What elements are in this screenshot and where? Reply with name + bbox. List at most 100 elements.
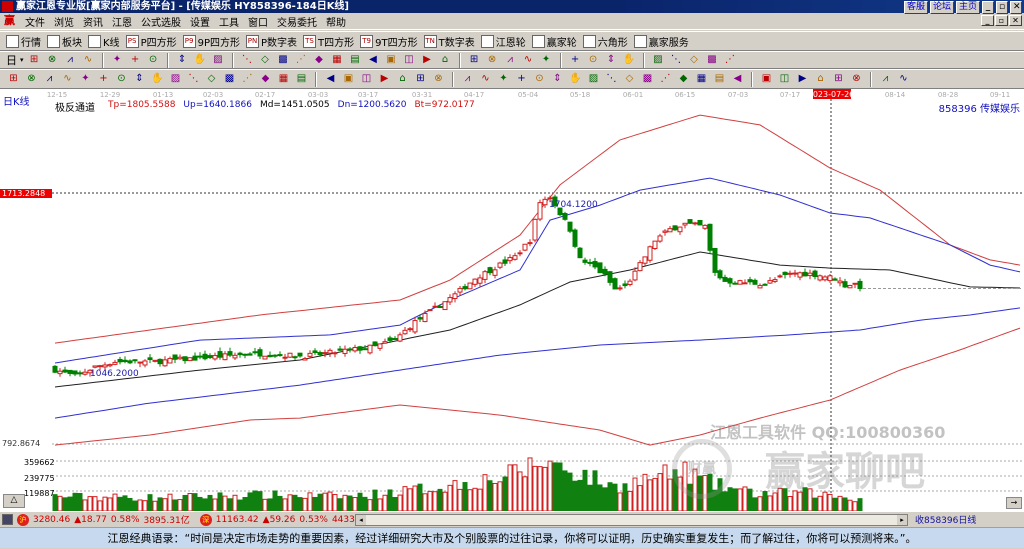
scroll-right-button[interactable]: → [1006,497,1022,509]
toolbar-button-p9[interactable]: P9 9P四方形 [182,34,240,49]
toolbar-button-grid[interactable]: 行情 [6,34,41,49]
drawing-tool-icon[interactable]: ⇕ [550,72,565,86]
chart-tool-icon[interactable]: ✋ [622,53,637,67]
drawing-tool-icon[interactable]: ▤ [712,72,727,86]
chart-tool-icon[interactable]: ∿ [81,53,96,67]
app-menu-icon[interactable]: 赢 [4,15,16,27]
drawing-tool-icon[interactable]: ◀ [730,72,745,86]
drawing-tool-icon[interactable]: + [96,72,111,86]
drawing-tool-icon[interactable]: ⊗ [24,72,39,86]
chart-tool-icon[interactable]: ⩘ [63,53,78,67]
drawing-tool-icon[interactable]: ∿ [60,72,75,86]
period-select[interactable]: 日 [6,52,17,68]
drawing-tool-icon[interactable]: ⌂ [395,72,410,86]
menu-news[interactable]: 资讯 [83,14,103,29]
mdi-close-button[interactable]: ✕ [1009,15,1022,26]
chart-tool-icon[interactable]: ⊗ [485,53,500,67]
drawing-tool-icon[interactable]: ⩘ [42,72,57,86]
menu-gann[interactable]: 江恩 [112,14,132,29]
chart-tool-icon[interactable]: ◆ [312,53,327,67]
drawing-tool-icon[interactable]: ⋱ [186,72,201,86]
kline-chart[interactable]: 12-15 12-29 01-13 02-03 02-17 03-03 03-17 03-31… [0,89,1024,511]
chart-tool-icon[interactable]: ⋰ [294,53,309,67]
drawing-tool-icon[interactable]: ⊗ [849,72,864,86]
toolbar-button-hexagon[interactable]: 六角形 [582,34,628,49]
drawing-tool-icon[interactable]: ⊞ [413,72,428,86]
menu-formula[interactable]: 公式选股 [141,14,181,29]
drawing-tool-icon[interactable]: ⊗ [431,72,446,86]
chart-tool-icon[interactable]: ▤ [348,53,363,67]
drawing-tool-icon[interactable]: ∿ [896,72,911,86]
drawing-tool-icon[interactable]: ∿ [478,72,493,86]
drawing-tool-icon[interactable]: ⋱ [604,72,619,86]
mdi-restore-button[interactable]: ▫ [995,15,1008,26]
drawing-tool-icon[interactable]: ◆ [258,72,273,86]
drawing-tool-icon[interactable]: ▶ [377,72,392,86]
scroll-left-arrow[interactable]: ◂ [356,515,366,525]
drawing-tool-icon[interactable]: ✦ [496,72,511,86]
chart-tool-icon[interactable]: ✦ [539,53,554,67]
menu-browse[interactable]: 浏览 [54,14,74,29]
chart-tool-icon[interactable]: ⊙ [586,53,601,67]
chart-tool-icon[interactable]: ⋱ [240,53,255,67]
drawing-tool-icon[interactable]: ⊞ [831,72,846,86]
drawing-tool-icon[interactable]: ◇ [622,72,637,86]
chart-tool-icon[interactable]: ▨ [211,53,226,67]
drawing-tool-icon[interactable]: ▤ [294,72,309,86]
drawing-tool-icon[interactable]: ◀ [323,72,338,86]
drawing-tool-icon[interactable]: ▩ [640,72,655,86]
drawing-tool-icon[interactable]: ▩ [222,72,237,86]
toolbar-button-t9[interactable]: T9 9T四方形 [360,34,418,49]
chart-tool-icon[interactable]: ◇ [258,53,273,67]
chart-tool-icon[interactable]: ▦ [330,53,345,67]
drawing-tool-icon[interactable]: ▨ [586,72,601,86]
toolbar-button-ts[interactable]: TS T四方形 [303,34,354,49]
drawing-tool-icon[interactable]: ⊞ [6,72,21,86]
scroll-right-arrow[interactable]: ▸ [897,515,907,525]
chart-tool-icon[interactable]: ▶ [420,53,435,67]
menu-tools[interactable]: 工具 [219,14,239,29]
drawing-tool-icon[interactable]: ◇ [204,72,219,86]
menu-help[interactable]: 帮助 [326,14,346,29]
horizontal-scrollbar[interactable]: ◂ ▸ [355,514,908,526]
toolbar-button-ps[interactable]: PS P四方形 [125,34,177,49]
toolbar-button-wheel2[interactable]: 赢家轮 [531,34,577,49]
chart-tool-icon[interactable]: ⋱ [669,53,684,67]
toolbar-button-tn[interactable]: TN T数字表 [423,34,475,49]
chart-tool-icon[interactable]: ✋ [193,53,208,67]
chart-tool-icon[interactable]: ▩ [276,53,291,67]
drawing-tool-icon[interactable]: ◆ [676,72,691,86]
drawing-tool-icon[interactable]: ▦ [276,72,291,86]
chart-tool-icon[interactable]: ⊞ [27,53,42,67]
chart-tool-icon[interactable]: ∿ [521,53,536,67]
drawing-tool-icon[interactable]: ▣ [341,72,356,86]
chart-tool-icon[interactable]: ⩘ [503,53,518,67]
drawing-tool-icon[interactable]: ⇕ [132,72,147,86]
collapse-button[interactable]: △ [3,494,25,508]
chart-tool-icon[interactable]: ⇕ [175,53,190,67]
chart-tool-icon[interactable]: + [128,53,143,67]
mdi-minimize-button[interactable]: _ [981,15,994,26]
chart-tool-icon[interactable]: ◀ [366,53,381,67]
chart-tool-icon[interactable]: ▨ [651,53,666,67]
toolbar-button-blocks[interactable]: 板块 [47,34,82,49]
chart-tool-icon[interactable]: ▣ [384,53,399,67]
toolbar-button-pn[interactable]: PN P数字表 [246,34,297,49]
drawing-tool-icon[interactable]: ⋰ [240,72,255,86]
toolbar-button-kline[interactable]: K线 [88,34,120,49]
drawing-tool-icon[interactable]: ◫ [777,72,792,86]
calculator-icon[interactable] [2,514,13,525]
chart-tool-icon[interactable]: ✦ [110,53,125,67]
chart-tool-icon[interactable]: ⊙ [146,53,161,67]
chart-tool-icon[interactable]: ▩ [705,53,720,67]
drawing-tool-icon[interactable]: ⩘ [460,72,475,86]
drawing-tool-icon[interactable]: ⩘ [878,72,893,86]
menu-trade[interactable]: 交易委托 [277,14,317,29]
toolbar-button-dollar[interactable]: 赢家服务 [633,34,689,49]
chart-tool-icon[interactable]: + [568,53,583,67]
chart-tool-icon[interactable]: ◇ [687,53,702,67]
menu-settings[interactable]: 设置 [190,14,210,29]
drawing-tool-icon[interactable]: ▶ [795,72,810,86]
chart-tool-icon[interactable]: ⋰ [723,53,738,67]
toolbar-button-wheel[interactable]: 江恩轮 [480,34,526,49]
